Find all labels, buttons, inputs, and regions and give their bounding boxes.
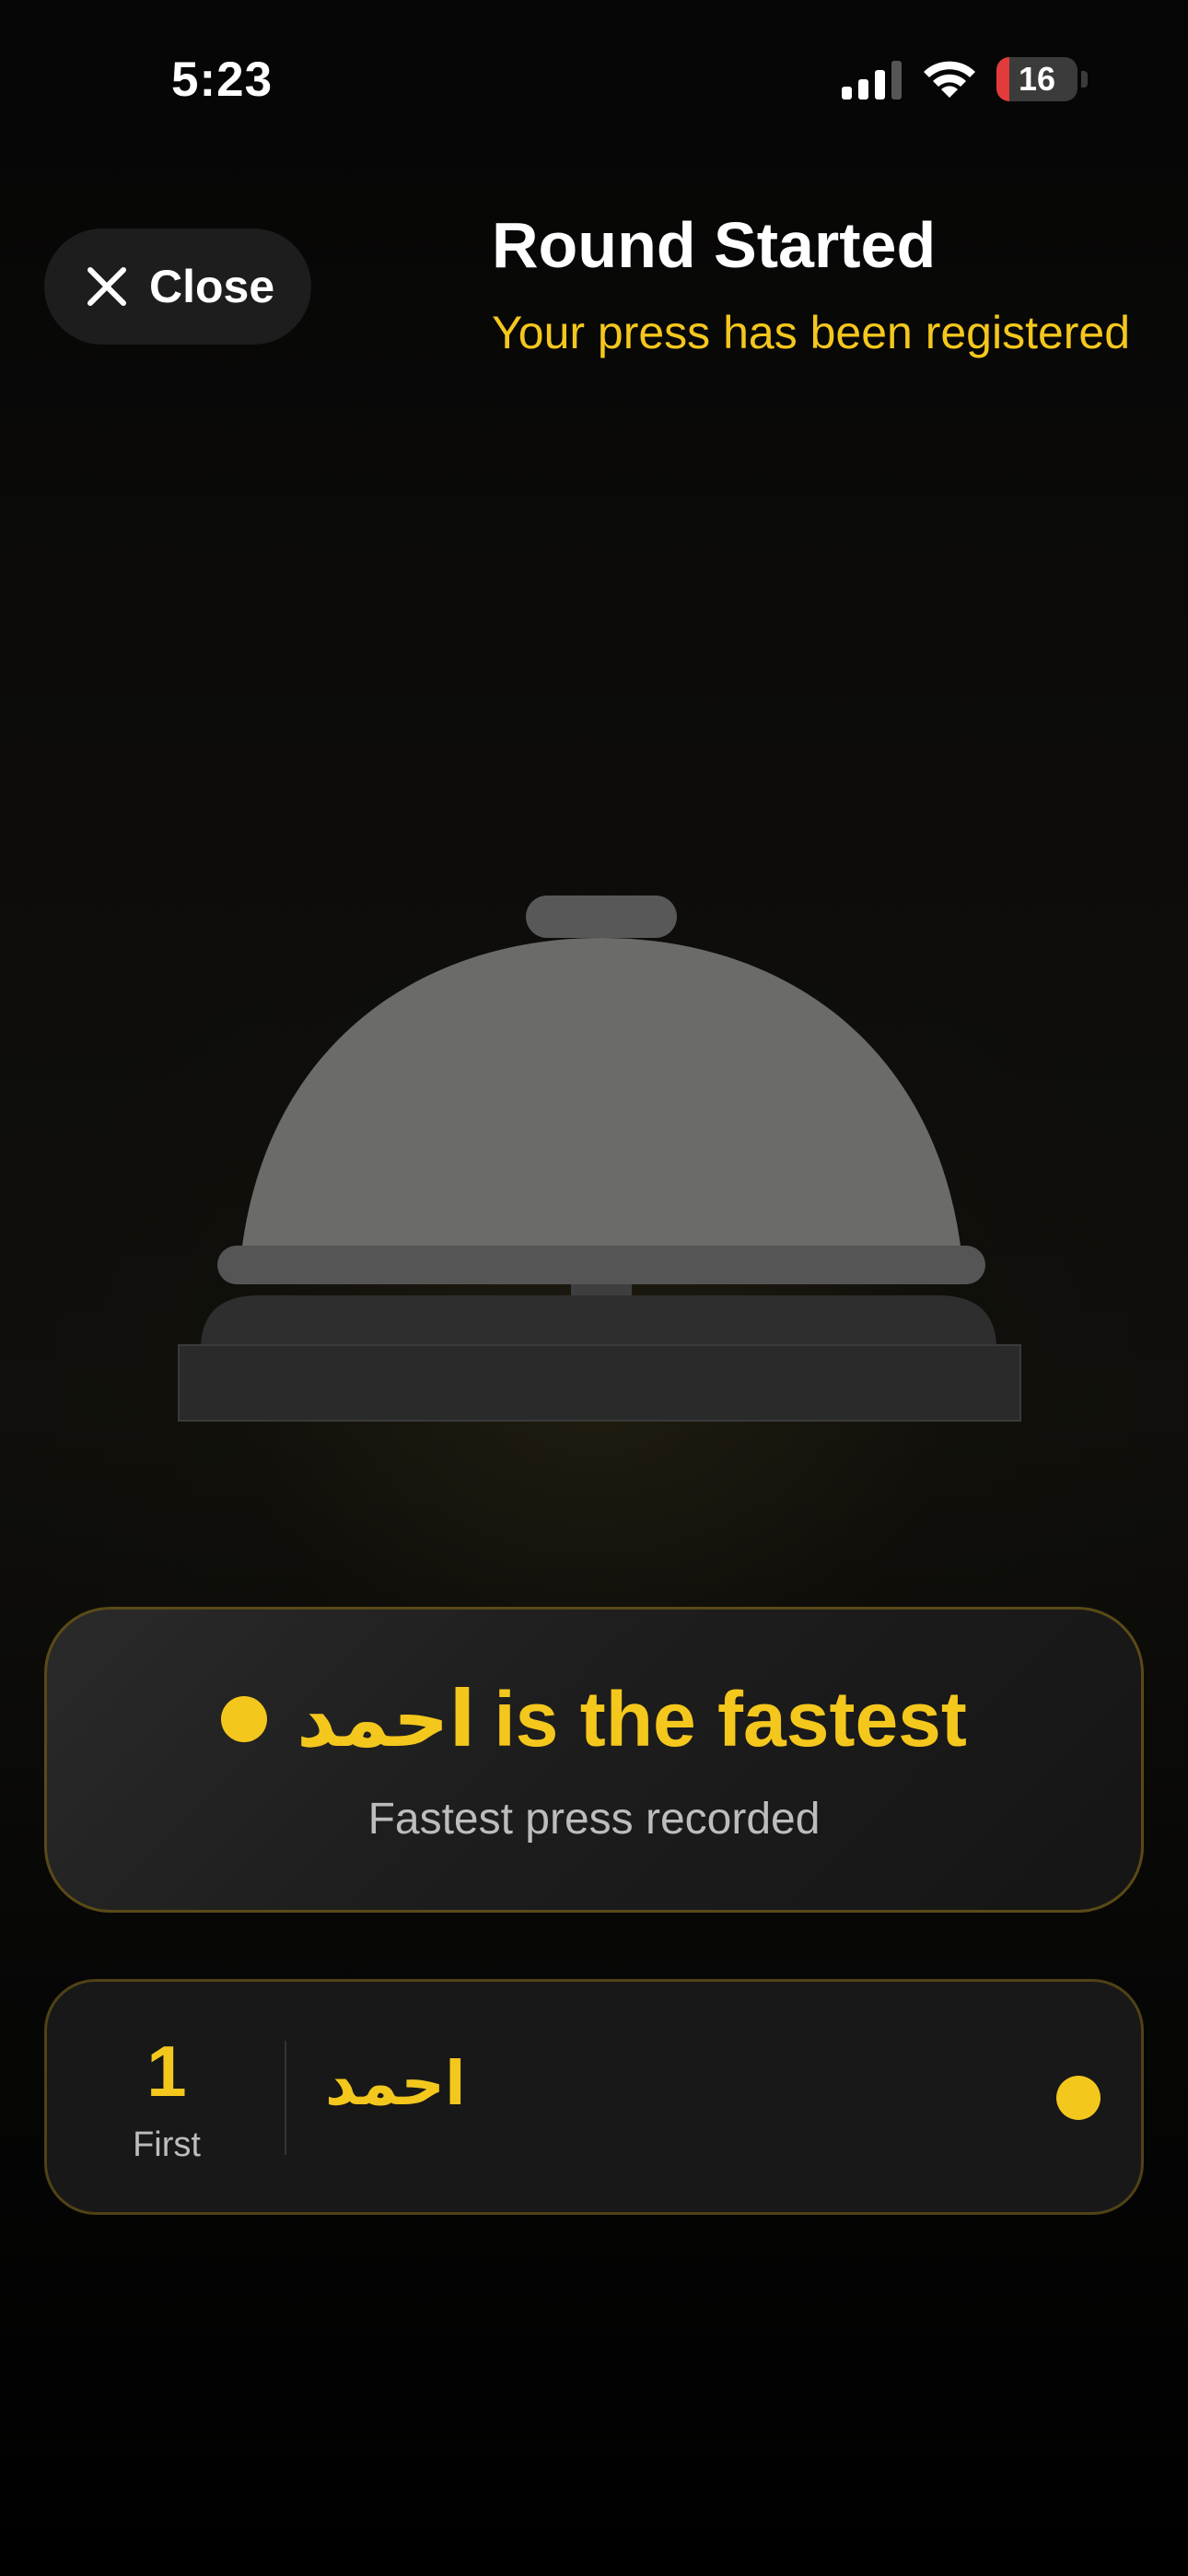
fastest-indicator-dot	[221, 1696, 268, 1742]
rank-divider	[285, 2041, 286, 2155]
close-label: Close	[149, 261, 275, 312]
status-bar: 5:23 16	[0, 0, 1188, 157]
rank-indicator-dot	[1056, 2076, 1101, 2120]
rank-player-name: احمد	[325, 2048, 466, 2119]
fastest-caption: Fastest press recorded	[367, 1795, 821, 1844]
fastest-headline-suffix: is the fastest	[494, 1675, 967, 1762]
wifi-icon	[924, 61, 975, 98]
fastest-player-card: احمد is the fastest Fastest press record…	[44, 1607, 1144, 1913]
battery-level: 16	[1018, 60, 1056, 98]
service-bell-icon[interactable]	[175, 884, 1022, 1437]
page-subtitle: Your press has been registered	[492, 307, 1131, 358]
battery-icon: 16	[996, 57, 1089, 101]
cellular-signal-icon	[842, 61, 902, 100]
close-icon	[87, 267, 126, 306]
fastest-headline: احمد is the fastest	[47, 1674, 1141, 1764]
page-title: Round Started	[492, 209, 937, 281]
rank-number: 1	[146, 2031, 187, 2112]
rank-label: First	[133, 2125, 201, 2164]
status-time: 5:23	[171, 53, 274, 107]
fastest-player-name: احمد	[297, 1674, 476, 1764]
ranking-row: 1 First احمد	[44, 1979, 1144, 2215]
close-button[interactable]: Close	[44, 228, 311, 345]
